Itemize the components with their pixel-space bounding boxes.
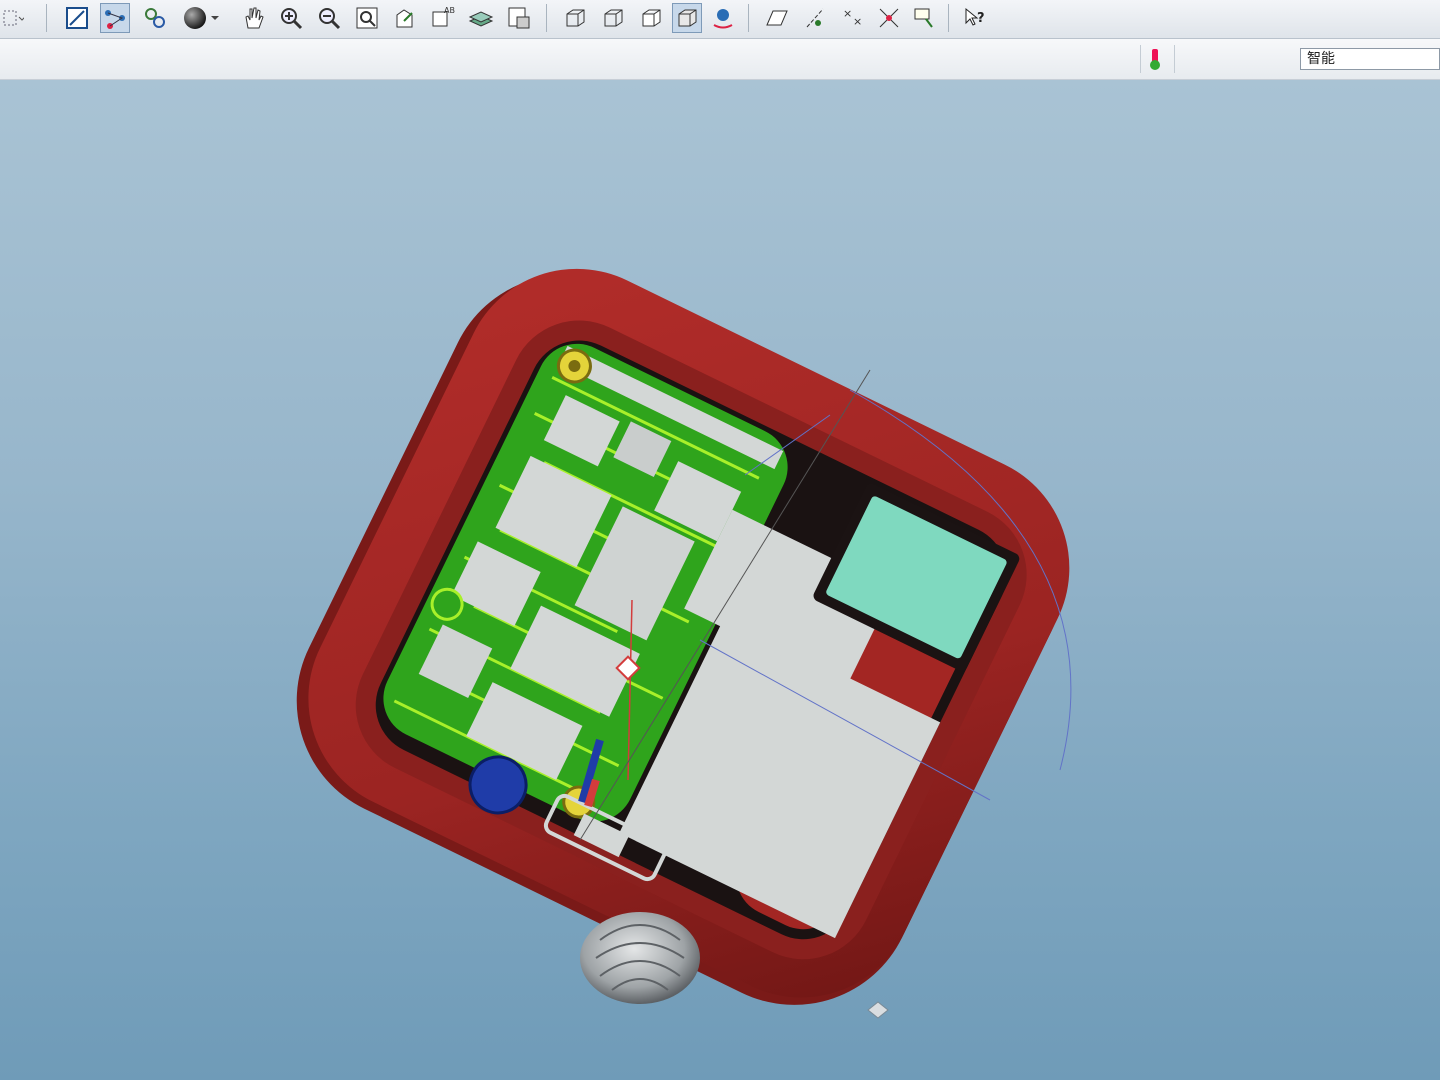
shading-button[interactable] [672,3,702,33]
refit-icon [356,7,378,29]
zoom-out-icon [319,8,341,30]
hidden-line-cube-icon [604,9,623,27]
regenerate-icon [145,8,165,28]
saved-views-icon: AB [432,6,455,27]
svg-text:×: × [853,15,862,28]
annotation-icon [914,8,933,28]
view-manager-icon [508,7,530,29]
toolbar-overflow-dropdown[interactable] [0,3,26,33]
spin-center-button[interactable] [708,3,738,33]
sketch-view-button[interactable] [62,3,92,33]
model-canvas [296,268,1072,1019]
datum-plane-icon [766,10,788,26]
zoom-out-button[interactable] [314,3,344,33]
wireframe-button[interactable] [560,3,590,33]
sketch-window-icon [66,7,88,29]
appearance-button[interactable] [180,3,222,33]
shaded-cube-icon [678,9,697,27]
toolbar-separator [46,4,47,32]
hand-pan-icon [245,7,264,29]
status-bar: 智能 [0,39,1440,80]
svg-text:AB: AB [444,6,455,15]
toolbar-separator [948,4,949,32]
saved-views-button[interactable]: AB [428,3,458,33]
context-help-button[interactable]: ? [960,3,990,33]
green-status-light-icon [1148,48,1162,76]
no-hidden-cube-icon [642,9,661,27]
no-hidden-button[interactable] [636,3,666,33]
refit-button[interactable] [352,3,382,33]
status-separator [1140,45,1141,73]
view-orient-glyph [867,1001,889,1019]
watch-assembly [296,268,1070,1005]
datum-point-icon: ×× [843,7,862,28]
main-toolbar: AB × × ? [0,0,1440,39]
datum-axes-icon [105,10,125,29]
view-manager-button[interactable] [504,3,534,33]
layers-button[interactable] [466,3,496,33]
svg-text:×: × [843,7,852,20]
svg-text:?: ? [977,11,985,26]
chevron-down-icon [3,10,24,26]
annotations-button[interactable] [910,3,940,33]
reorient-icon [396,9,413,28]
sphere-appearance-icon [184,7,219,29]
reorient-button[interactable] [390,3,420,33]
toolbar-separator [748,4,749,32]
datum-display-button[interactable] [100,3,130,33]
regenerate-button[interactable] [140,3,170,33]
layers-icon [468,11,494,27]
coordinate-system-icon [879,8,899,28]
context-help-icon: ? [965,7,985,26]
zoom-in-button[interactable] [276,3,306,33]
graphics-viewport[interactable] [0,80,1440,1080]
status-separator [1174,45,1175,73]
datum-axes-button[interactable] [800,3,830,33]
selection-filter-dropdown[interactable]: 智能 [1300,48,1440,70]
wireframe-cube-icon [566,9,585,27]
datum-planes-button[interactable] [762,3,792,33]
hidden-line-button[interactable] [598,3,628,33]
csys-button[interactable] [874,3,904,33]
digital-crown [580,912,700,1004]
pan-button[interactable] [238,3,268,33]
datum-points-button[interactable]: × × [838,3,868,33]
spin-center-icon [713,9,733,29]
datum-axis-icon [806,8,824,28]
selection-filter-value: 智能 [1307,51,1335,67]
toolbar-separator [546,4,547,32]
zoom-in-icon [281,8,303,30]
